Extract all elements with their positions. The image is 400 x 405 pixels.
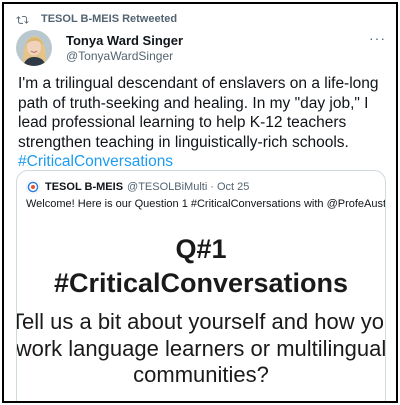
quoted-tweet[interactable]: TESOL B-MEIS @TESOLBiMulti · Oct 25 Welc… <box>16 170 386 401</box>
author-row: Tonya Ward Singer @TonyaWardSinger ··· <box>16 30 386 66</box>
quoted-author-name[interactable]: TESOL B-MEIS <box>45 181 123 193</box>
avatar[interactable] <box>16 30 52 66</box>
media-question-line: Tell us a bit about yourself and how you <box>16 309 386 334</box>
quoted-tweet-text: Welcome! Here is our Question 1 #Critica… <box>26 198 386 210</box>
media-question-line: communities? <box>133 362 269 387</box>
media-question-line: work language learners or multilingual <box>16 335 386 361</box>
quoted-tweet-header: TESOL B-MEIS @TESOLBiMulti · Oct 25 <box>26 180 376 194</box>
quoted-avatar[interactable] <box>26 180 40 194</box>
tweet-frame: TESOL B-MEIS Retweeted Tonya Ward Singer… <box>2 2 398 403</box>
tweet-text: I'm a trilingual descendant of enslavers… <box>18 75 379 151</box>
media-hashtag: #CriticalConversations <box>53 268 349 298</box>
hashtag-link[interactable]: #CriticalConversations <box>18 152 384 172</box>
media-question-number: Q#1 <box>175 234 227 264</box>
media-question-text: Tell us a bit about yourself and how you… <box>16 309 386 389</box>
more-options-icon[interactable]: ··· <box>369 30 386 46</box>
quoted-media-image[interactable]: Q#1 #CriticalConversations Tell us a bit… <box>16 216 386 401</box>
retweet-icon <box>16 15 29 24</box>
author-name[interactable]: Tonya Ward Singer <box>66 33 183 48</box>
tweet-body: I'm a trilingual descendant of enslavers… <box>18 74 384 172</box>
retweet-label: TESOL B-MEIS Retweeted <box>41 13 178 25</box>
quoted-timestamp[interactable]: Oct 25 <box>217 181 249 193</box>
quoted-author-handle[interactable]: @TESOLBiMulti <box>127 181 207 193</box>
author-handle[interactable]: @TonyaWardSinger <box>66 49 173 63</box>
separator-dot: · <box>210 181 214 193</box>
retweet-context[interactable]: TESOL B-MEIS Retweeted <box>16 13 177 25</box>
